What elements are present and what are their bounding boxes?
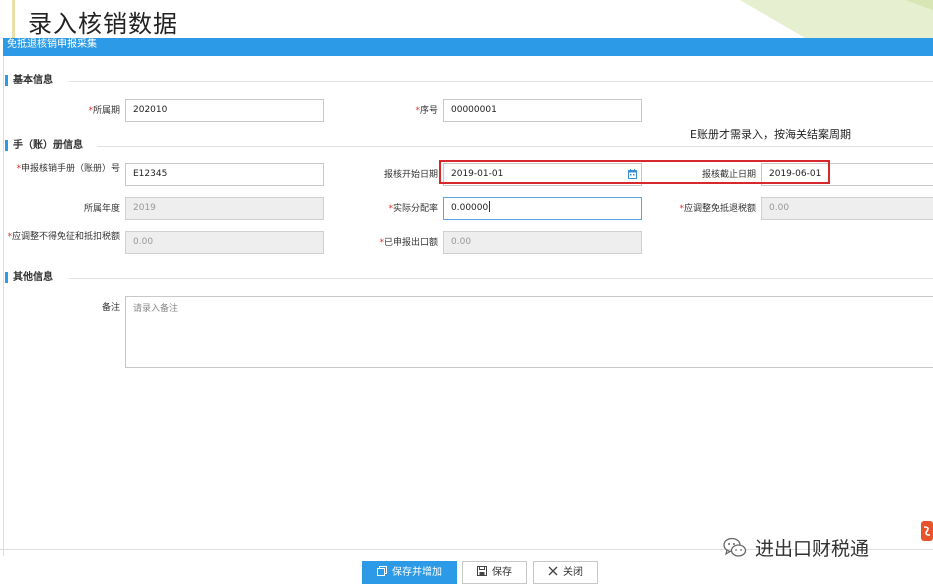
- period-input[interactable]: 202010: [125, 99, 324, 122]
- section-manual-info: 手（账）册信息: [5, 139, 933, 153]
- section-marker: [5, 272, 8, 283]
- section-title: 其他信息: [13, 272, 53, 283]
- ratio-label: *实际分配率: [388, 204, 438, 214]
- remark-textarea[interactable]: 请录入备注: [125, 296, 933, 368]
- text-cursor: [489, 201, 491, 212]
- save-and-add-button[interactable]: 保存并增加: [362, 561, 457, 584]
- start-date-label: 报核开始日期: [383, 170, 438, 180]
- adj-refund-label: *应调整免抵退税额: [679, 204, 756, 214]
- section-title: 基本信息: [13, 75, 53, 86]
- slide-title: 录入核销数据: [28, 10, 178, 38]
- highlight-box: [439, 160, 830, 184]
- section-divider: [97, 146, 933, 147]
- section-divider: [69, 278, 933, 279]
- section-basic-info: 基本信息: [5, 74, 933, 88]
- serial-input[interactable]: 00000001: [443, 99, 642, 122]
- frame-border: [3, 56, 4, 556]
- exported-input: 0.00: [443, 231, 642, 254]
- section-marker: [5, 140, 8, 151]
- adj-refund-input: 0.00: [761, 197, 933, 220]
- section-title: 手（账）册信息: [13, 140, 83, 151]
- close-icon: [548, 566, 558, 576]
- section-other-info: 其他信息: [5, 271, 933, 285]
- manual-no-label: *申报核销手册（账册）号: [16, 164, 120, 174]
- year-label: 所属年度: [83, 204, 120, 214]
- close-button[interactable]: 关闭: [533, 561, 598, 584]
- serial-label: *序号: [415, 106, 438, 116]
- remark-label: 备注: [101, 303, 120, 313]
- save-button[interactable]: 保存: [462, 561, 527, 584]
- window-title: 免抵退核销申报采集: [7, 39, 97, 50]
- exported-label: *已申报出口额: [379, 238, 438, 248]
- copy-icon: [377, 566, 387, 576]
- period-label: *所属期: [88, 106, 120, 116]
- year-input: 2019: [125, 197, 324, 220]
- adj-nodeduct-label: *应调整不得免征和抵扣税额: [7, 232, 120, 242]
- save-icon: [477, 566, 487, 576]
- window-header: 免抵退核销申报采集: [3, 38, 933, 56]
- title-accent-bar: [12, 0, 15, 38]
- section-marker: [5, 75, 8, 86]
- manual-no-input[interactable]: E12345: [125, 163, 324, 186]
- ratio-value: 0.00000: [451, 203, 489, 213]
- app-logo-icon: [921, 521, 933, 541]
- section-divider: [69, 81, 933, 82]
- ratio-input[interactable]: 0.00000: [443, 197, 642, 220]
- adj-nodeduct-input: 0.00: [125, 231, 324, 254]
- wechat-icon: [723, 537, 747, 557]
- watermark: 进出口财税通: [723, 534, 869, 561]
